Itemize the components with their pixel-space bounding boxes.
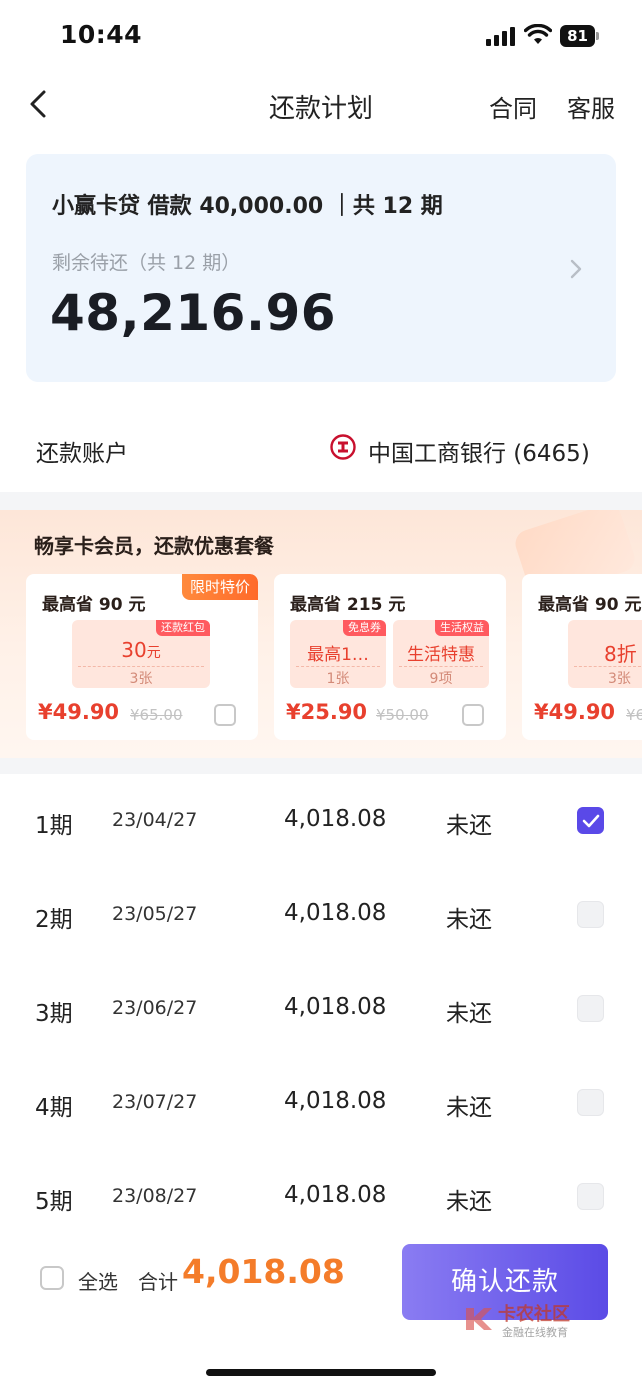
nav-bar: 还款计划 合同 客服 bbox=[0, 72, 642, 136]
coupon-tag: 还款红包 bbox=[156, 620, 210, 636]
promo-package-3[interactable]: 最高省 90 元 8折 3张 ¥49.90 ¥6… bbox=[522, 574, 642, 740]
installment-row[interactable]: 1期 23/04/27 4,018.08 未还 bbox=[0, 774, 642, 868]
coupon-value: 最高1… bbox=[307, 645, 369, 665]
promo-title: 畅享卡会员，还款优惠套餐 bbox=[34, 534, 274, 558]
due-date: 23/04/27 bbox=[112, 809, 198, 831]
installment-amount: 4,018.08 bbox=[284, 806, 387, 832]
coupon-value: 8折 bbox=[604, 642, 637, 666]
coupon-count: 9项 bbox=[429, 671, 453, 687]
chevron-right-icon bbox=[570, 259, 582, 279]
package-title: 最高省 215 元 bbox=[290, 595, 406, 615]
installment-row[interactable]: 2期 23/05/27 4,018.08 未还 bbox=[0, 868, 642, 962]
coupon-card: 8折 3张 bbox=[568, 620, 642, 688]
period-label: 3期 bbox=[35, 1001, 73, 1027]
period-label: 1期 bbox=[35, 813, 73, 839]
installment-checkbox[interactable] bbox=[577, 1089, 604, 1116]
watermark-logo-icon bbox=[466, 1308, 492, 1330]
watermark: 卡农社区 金融在线教育 bbox=[462, 1300, 602, 1344]
remaining-label: 剩余待还（共 12 期） bbox=[52, 252, 241, 274]
installment-amount: 4,018.08 bbox=[284, 994, 387, 1020]
wifi-icon bbox=[524, 24, 552, 44]
select-all-checkbox[interactable] bbox=[40, 1266, 64, 1290]
promo-package-2[interactable]: 最高省 215 元 免息券 最高1… 1张 生活权益 生活特惠 9项 ¥25.9… bbox=[274, 574, 506, 740]
installment-row[interactable]: 5期 23/08/27 4,018.08 未还 bbox=[0, 1150, 642, 1244]
period-label: 5期 bbox=[35, 1189, 73, 1215]
installment-checkbox[interactable] bbox=[577, 1183, 604, 1210]
remaining-amount: 48,216.96 bbox=[50, 284, 337, 342]
package-original-price: ¥50.00 bbox=[376, 706, 429, 724]
installment-amount: 4,018.08 bbox=[284, 1182, 387, 1208]
customer-service-link[interactable]: 客服 bbox=[567, 89, 615, 124]
page-title: 还款计划 bbox=[268, 94, 373, 124]
coupon-tag: 生活权益 bbox=[435, 620, 489, 636]
coupon-card: 还款红包 30元 3张 bbox=[72, 620, 210, 688]
installment-row[interactable]: 3期 23/06/27 4,018.08 未还 bbox=[0, 962, 642, 1056]
select-all-label[interactable]: 全选 bbox=[78, 1266, 118, 1295]
watermark-text: 卡农社区 bbox=[498, 1304, 570, 1325]
package-price: ¥49.90 bbox=[534, 700, 616, 724]
section-divider bbox=[0, 758, 642, 774]
package-original-price: ¥6… bbox=[626, 706, 642, 724]
due-date: 23/06/27 bbox=[112, 997, 198, 1019]
loan-summary-card[interactable]: 小赢卡贷 借款 40,000.00 ｜共 12 期 剩余待还（共 12 期） 4… bbox=[26, 154, 616, 382]
status-time: 10:44 bbox=[60, 20, 143, 49]
package-price: ¥25.90 bbox=[286, 700, 368, 724]
section-divider bbox=[0, 492, 642, 510]
membership-promo: 畅享卡会员，还款优惠套餐 最高省 90 元 限时特价 还款红包 30元 3张 ¥… bbox=[0, 510, 642, 758]
repayment-status: 未还 bbox=[446, 1095, 492, 1121]
promo-package-1[interactable]: 最高省 90 元 限时特价 还款红包 30元 3张 ¥49.90 ¥65.00 bbox=[26, 574, 258, 740]
checkmark-icon bbox=[582, 814, 600, 828]
installment-checkbox[interactable] bbox=[577, 995, 604, 1022]
installment-amount: 4,018.08 bbox=[284, 900, 387, 926]
battery-level: 81 bbox=[560, 25, 595, 47]
loan-heading: 小赢卡贷 借款 40,000.00 ｜共 12 期 bbox=[52, 194, 443, 219]
coupon-count: 1张 bbox=[326, 671, 350, 687]
repayment-status: 未还 bbox=[446, 1189, 492, 1215]
coupon-value: 生活特惠 bbox=[407, 645, 475, 665]
package-checkbox[interactable] bbox=[462, 704, 484, 726]
repayment-status: 未还 bbox=[446, 813, 492, 839]
repayment-status: 未还 bbox=[446, 907, 492, 933]
package-title: 最高省 90 元 bbox=[42, 595, 146, 615]
package-checkbox[interactable] bbox=[214, 704, 236, 726]
home-indicator bbox=[206, 1369, 436, 1376]
status-bar: 10:44 81 bbox=[0, 0, 642, 72]
due-date: 23/05/27 bbox=[112, 903, 198, 925]
installment-checkbox[interactable] bbox=[577, 901, 604, 928]
period-label: 4期 bbox=[35, 1095, 73, 1121]
coupon-tag: 免息券 bbox=[343, 620, 386, 636]
watermark-subtext: 金融在线教育 bbox=[502, 1326, 568, 1339]
package-title: 最高省 90 元 bbox=[538, 595, 642, 615]
repayment-status: 未还 bbox=[446, 1001, 492, 1027]
battery-icon: 81 bbox=[560, 25, 600, 47]
bank-name: 中国工商银行 (6465) bbox=[368, 441, 590, 467]
coupon-count: 3张 bbox=[129, 671, 153, 687]
coupon-card: 生活权益 生活特惠 9项 bbox=[393, 620, 489, 688]
repayment-account-row[interactable]: 还款账户 中国工商银行 (6465) bbox=[0, 412, 642, 486]
total-label: 合计 bbox=[138, 1270, 178, 1294]
total-amount: 4,018.08 bbox=[182, 1252, 345, 1291]
package-original-price: ¥65.00 bbox=[130, 706, 183, 724]
account-label: 还款账户 bbox=[36, 441, 128, 467]
coupon-card: 免息券 最高1… 1张 bbox=[290, 620, 386, 688]
package-badge: 限时特价 bbox=[181, 574, 258, 600]
period-label: 2期 bbox=[35, 907, 73, 933]
icbc-logo-icon bbox=[330, 434, 356, 460]
installment-row[interactable]: 4期 23/07/27 4,018.08 未还 bbox=[0, 1056, 642, 1150]
package-price: ¥49.90 bbox=[38, 700, 120, 724]
cellular-signal-icon bbox=[486, 27, 515, 46]
due-date: 23/07/27 bbox=[112, 1091, 198, 1113]
coupon-value: 30元 bbox=[121, 638, 161, 662]
installment-amount: 4,018.08 bbox=[284, 1088, 387, 1114]
due-date: 23/08/27 bbox=[112, 1185, 198, 1207]
contract-link[interactable]: 合同 bbox=[489, 89, 537, 124]
installment-checkbox[interactable] bbox=[577, 807, 604, 834]
coupon-count: 3张 bbox=[608, 671, 631, 687]
bottom-action-bar: 全选 合计 4,018.08 确认还款 卡农社区 金融在线教育 bbox=[0, 1232, 642, 1389]
